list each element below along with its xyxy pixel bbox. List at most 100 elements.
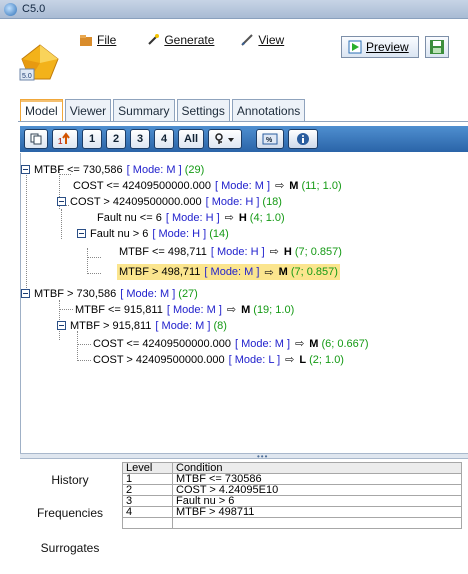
collapse-icon[interactable] bbox=[57, 321, 66, 330]
tab-model[interactable]: Model bbox=[20, 99, 63, 121]
title-bar: C5.0 bbox=[0, 0, 468, 19]
preview-label: Preview bbox=[366, 40, 409, 54]
collapse-icon[interactable] bbox=[21, 165, 30, 174]
arrow-right-icon: ⇨ bbox=[269, 246, 279, 258]
percent-toggle-button[interactable]: % bbox=[256, 129, 285, 149]
collapse-icon[interactable] bbox=[77, 229, 86, 238]
arrow-right-icon: ⇨ bbox=[285, 354, 295, 366]
condition-cell: COST > 4.24095E10 bbox=[172, 484, 462, 496]
tree-node-mtbf-gt-730586[interactable]: MTBF > 730,586 [ Mode: M ] (27) bbox=[21, 286, 198, 301]
table-row[interactable]: 3 Fault nu > 6 bbox=[122, 495, 462, 507]
level-cell: 1 bbox=[122, 473, 173, 485]
tree-connector bbox=[59, 309, 73, 310]
file-icon bbox=[80, 35, 92, 46]
tab-annotations[interactable]: Annotations bbox=[231, 99, 306, 121]
generate-icon bbox=[148, 34, 160, 45]
menu-bar: File Generate View bbox=[73, 27, 290, 53]
tab-viewer[interactable]: Viewer bbox=[64, 99, 112, 121]
tree-connector bbox=[87, 257, 101, 258]
menu-file[interactable]: File bbox=[73, 31, 122, 49]
level-2-button[interactable]: 2 bbox=[106, 129, 126, 149]
table-row[interactable]: 2 COST > 4.24095E10 bbox=[122, 484, 462, 496]
table-row[interactable] bbox=[122, 517, 462, 529]
tree-leaf-fault-le-6[interactable]: Fault nu <= 6 [ Mode: H ] ⇨ H (4; 1.0) bbox=[97, 210, 285, 225]
preview-icon bbox=[348, 40, 362, 54]
condition-cell: MTBF > 498711 bbox=[172, 506, 462, 518]
tree-leaf-mtbf-gt-498711-selected[interactable]: MTBF > 498,711 [ Mode: M ] ⇨ M (7; 0.857… bbox=[117, 264, 340, 280]
tree-leaf-cost-le-2[interactable]: COST <= 42409500000.000 [ Mode: M ] ⇨ M … bbox=[93, 336, 369, 351]
arrow-right-icon: ⇨ bbox=[224, 212, 234, 224]
svg-text:%: % bbox=[266, 137, 273, 144]
frequencies-button[interactable]: Frequencies bbox=[24, 503, 116, 523]
tree-leaf-mtbf-le-498711[interactable]: MTBF <= 498,711 [ Mode: H ] ⇨ H (7; 0.85… bbox=[119, 244, 342, 259]
level-cell: 2 bbox=[122, 484, 173, 496]
condition-cell bbox=[172, 517, 462, 529]
arrow-right-icon: ⇨ bbox=[295, 338, 305, 350]
percent-icon: % bbox=[262, 133, 278, 145]
table-row[interactable]: 1 MTBF <= 730586 bbox=[122, 473, 462, 485]
tree-node-mtbf-gt-915811[interactable]: MTBF > 915,811 [ Mode: M ] (8) bbox=[57, 318, 227, 333]
menu-generate[interactable]: Generate bbox=[140, 31, 220, 49]
column-header-condition[interactable]: Condition bbox=[172, 462, 462, 474]
tree-depth-icon: 1 bbox=[58, 132, 70, 146]
arrow-right-icon: ⇨ bbox=[226, 304, 237, 316]
copy-icon bbox=[30, 133, 42, 145]
column-header-level[interactable]: Level bbox=[122, 462, 173, 474]
tree-leaf-cost-gt-2[interactable]: COST > 42409500000.000 [ Mode: L ] ⇨ L (… bbox=[93, 352, 344, 367]
history-button[interactable]: History bbox=[24, 470, 116, 490]
arrow-right-icon: ⇨ bbox=[275, 180, 285, 192]
expand-levels-button[interactable]: 1 bbox=[52, 129, 78, 149]
tree-connector bbox=[87, 248, 88, 274]
key-dropdown-icon bbox=[215, 133, 235, 144]
level-cell bbox=[122, 517, 173, 529]
svg-text:1: 1 bbox=[58, 137, 63, 146]
menu-view[interactable]: View bbox=[234, 31, 290, 49]
toolbar-area: 5.0 File Generate View Preview bbox=[0, 19, 468, 92]
preview-button[interactable]: Preview bbox=[341, 36, 419, 58]
decision-tree-pane[interactable]: MTBF <= 730,586 [ Mode: M ] (29) COST <=… bbox=[20, 153, 468, 453]
tree-toolbar: 1 1 2 3 4 All % bbox=[20, 126, 468, 152]
copy-button[interactable] bbox=[24, 129, 48, 149]
tree-node-fault-gt-6[interactable]: Fault nu > 6 [ Mode: H ] (14) bbox=[77, 226, 229, 241]
menu-file-label: File bbox=[97, 33, 117, 47]
tree-node-mtbf-le-730586[interactable]: MTBF <= 730,586 [ Mode: M ] (29) bbox=[21, 162, 204, 177]
arrow-right-icon: ⇨ bbox=[264, 266, 274, 279]
save-icon bbox=[430, 40, 444, 54]
path-condition-table: Level Condition 1 MTBF <= 730586 2 COST … bbox=[122, 462, 462, 529]
tree-node-cost-gt[interactable]: COST > 42409500000.000 [ Mode: H ] (18) bbox=[57, 194, 282, 209]
tree-connector bbox=[26, 166, 27, 294]
info-toggle-button[interactable] bbox=[288, 129, 319, 149]
tab-settings[interactable]: Settings bbox=[176, 99, 230, 121]
level-cell: 4 bbox=[122, 506, 173, 518]
view-icon bbox=[241, 34, 254, 46]
key-dropdown-button[interactable] bbox=[208, 129, 243, 149]
table-row[interactable]: 4 MTBF > 498711 bbox=[122, 506, 462, 518]
tree-leaf-mtbf-le-915811[interactable]: MTBF <= 915,811 [ Mode: M ] ⇨ M (19; 1.0… bbox=[75, 302, 294, 317]
level-all-button[interactable]: All bbox=[178, 129, 205, 149]
condition-cell: MTBF <= 730586 bbox=[172, 473, 462, 485]
level-1-button[interactable]: 1 bbox=[82, 129, 102, 149]
level-cell: 3 bbox=[122, 495, 173, 507]
collapse-icon[interactable] bbox=[57, 197, 66, 206]
level-3-button[interactable]: 3 bbox=[130, 129, 150, 149]
tree-connector bbox=[77, 344, 91, 345]
tree-connector bbox=[77, 360, 91, 361]
menu-generate-label: Generate bbox=[164, 33, 215, 47]
svg-text:5.0: 5.0 bbox=[22, 73, 32, 80]
level-4-button[interactable]: 4 bbox=[154, 129, 174, 149]
tree-connector bbox=[61, 209, 62, 239]
surrogates-button[interactable]: Surrogates bbox=[24, 538, 116, 558]
menu-view-label: View bbox=[258, 33, 285, 47]
info-icon bbox=[297, 133, 310, 145]
tree-leaf-cost-le[interactable]: COST <= 42409500000.000 [ Mode: M ] ⇨ M … bbox=[73, 178, 342, 193]
tab-bar: Model Viewer Summary Settings Annotation… bbox=[20, 99, 306, 121]
condition-cell: Fault nu > 6 bbox=[172, 495, 462, 507]
tab-underline bbox=[18, 121, 468, 122]
path-details-pane: History Frequencies Surrogates Level Con… bbox=[20, 459, 468, 574]
c50-model-icon: 5.0 bbox=[19, 44, 59, 81]
window-title: C5.0 bbox=[22, 3, 46, 15]
collapse-icon[interactable] bbox=[21, 289, 30, 298]
save-button[interactable] bbox=[425, 36, 449, 58]
left-margin bbox=[0, 92, 20, 574]
tab-summary[interactable]: Summary bbox=[113, 99, 175, 121]
